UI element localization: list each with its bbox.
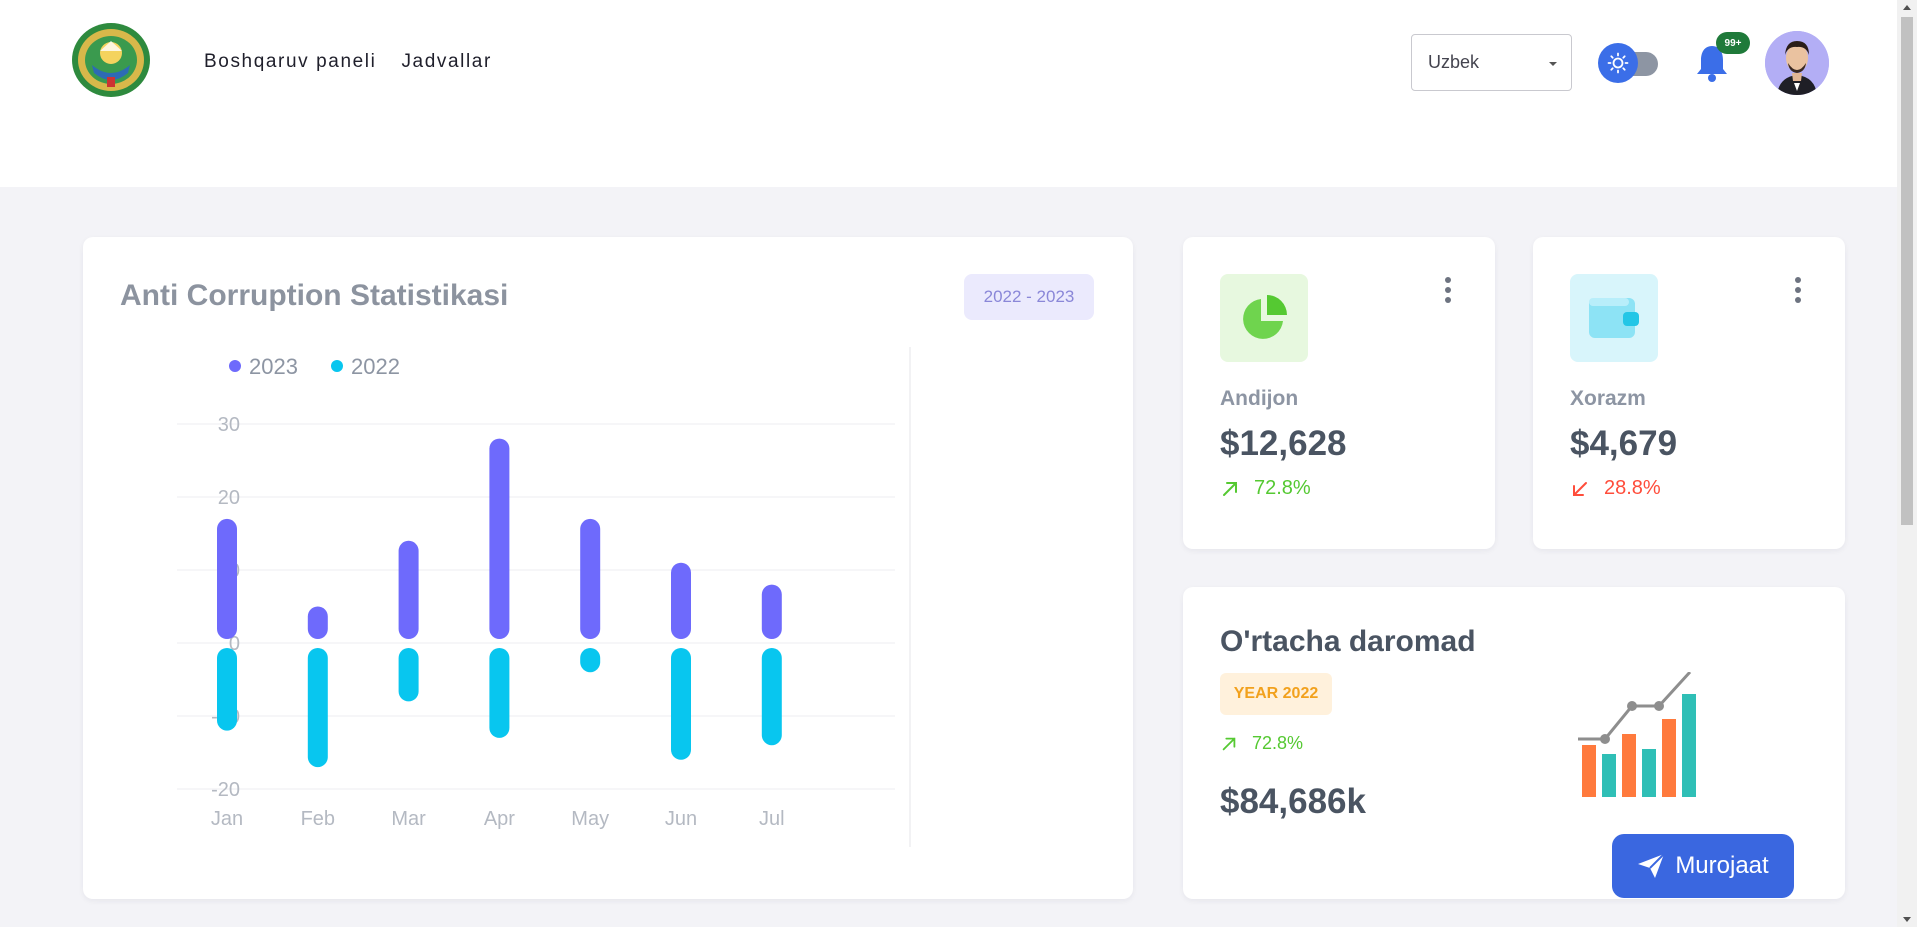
legend-label-2023: 2023 xyxy=(249,354,298,379)
arrow-up-right-icon xyxy=(1222,737,1236,750)
more-options-icon[interactable] xyxy=(1792,277,1804,307)
theme-toggle[interactable] xyxy=(1598,43,1660,83)
legend-marker-2022 xyxy=(331,360,343,372)
bar-2022-Apr xyxy=(489,648,510,738)
pie-chart-icon xyxy=(1220,274,1308,362)
language-select-value: Uzbek xyxy=(1428,52,1480,72)
stat-card-xorazm: Xorazm $4,679 28.8% xyxy=(1533,237,1845,549)
scroll-up-arrow-icon[interactable] xyxy=(1903,5,1911,10)
nav-dashboard-link[interactable]: Boshqaruv paneli xyxy=(204,51,376,73)
x-tick-label: May xyxy=(571,808,609,830)
scroll-down-arrow-icon[interactable] xyxy=(1903,917,1911,922)
bar-2022-Feb xyxy=(307,648,328,768)
x-tick-label: Feb xyxy=(301,808,335,830)
bar-2023-Jun xyxy=(671,562,691,639)
nav-tables-link[interactable]: Jadvallar xyxy=(401,51,491,73)
bar-2023-Jan xyxy=(217,518,237,639)
x-tick-label: Jul xyxy=(759,808,785,830)
page-scrollbar[interactable] xyxy=(1897,0,1917,927)
x-tick-label: Jun xyxy=(665,808,697,830)
send-icon xyxy=(1638,853,1666,878)
legend-marker-2023 xyxy=(229,360,241,372)
murojaat-label: Murojaat xyxy=(1675,852,1769,879)
wallet-icon xyxy=(1570,274,1658,362)
language-select[interactable]: Uzbek xyxy=(1411,34,1572,91)
growth-chart-illustration xyxy=(1578,672,1696,797)
income-value: $84,686k xyxy=(1220,782,1366,821)
sun-icon xyxy=(1598,43,1638,83)
bar-2022-Jun xyxy=(671,648,691,760)
y-tick-label: 30 xyxy=(218,414,240,436)
bar-2022-Jul xyxy=(761,648,782,746)
bar-2022-Mar xyxy=(398,648,419,702)
coat-of-arms-logo[interactable] xyxy=(70,21,152,99)
arrow-up-right-icon xyxy=(1223,481,1237,496)
trend-percentage: 72.8% xyxy=(1254,477,1311,499)
bar-2023-Mar xyxy=(398,540,419,639)
bar-2023-May xyxy=(580,518,601,639)
x-tick-label: Apr xyxy=(484,808,515,830)
bar-2023-Jul xyxy=(761,584,782,639)
arrow-down-left-icon xyxy=(1573,481,1587,496)
bar-2022-Jan xyxy=(217,648,237,731)
y-tick-label: -20 xyxy=(211,779,240,801)
chevron-down-icon xyxy=(1549,62,1557,66)
murojaat-button[interactable]: Murojaat xyxy=(1612,834,1794,898)
scrollbar-thumb[interactable] xyxy=(1901,17,1913,525)
region-name: Xorazm xyxy=(1570,387,1646,410)
more-options-icon[interactable] xyxy=(1442,277,1454,307)
trend-percentage: 72.8% xyxy=(1252,733,1304,753)
stat-card-andijon: Andijon $12,628 72.8% xyxy=(1183,237,1495,549)
y-tick-label: 20 xyxy=(218,487,240,509)
avatar[interactable] xyxy=(1765,31,1829,95)
top-navbar: Boshqaruv paneli Jadvallar Uzbek 99+ xyxy=(0,0,1897,187)
trend-percentage: 28.8% xyxy=(1604,477,1661,499)
anti-corruption-chart-card: Anti Corruption Statistikasi 2022 - 2023… xyxy=(83,237,1133,899)
legend-label-2022: 2022 xyxy=(351,354,400,379)
region-name: Andijon xyxy=(1220,387,1299,410)
notification-badge: 99+ xyxy=(1716,32,1750,54)
x-tick-label: Jan xyxy=(211,808,243,830)
bar-2023-Apr xyxy=(489,438,510,639)
bar-chart: 3020100-10-2020232022JanFebMarAprMayJunJ… xyxy=(177,347,911,847)
bar-2023-Feb xyxy=(307,606,328,639)
year-badge: YEAR 2022 xyxy=(1220,673,1332,715)
bar-2022-May xyxy=(580,648,601,673)
region-value: $4,679 xyxy=(1570,424,1678,463)
region-value: $12,628 xyxy=(1220,424,1347,463)
income-title: O'rtacha daromad xyxy=(1220,625,1476,658)
x-tick-label: Mar xyxy=(391,808,426,830)
